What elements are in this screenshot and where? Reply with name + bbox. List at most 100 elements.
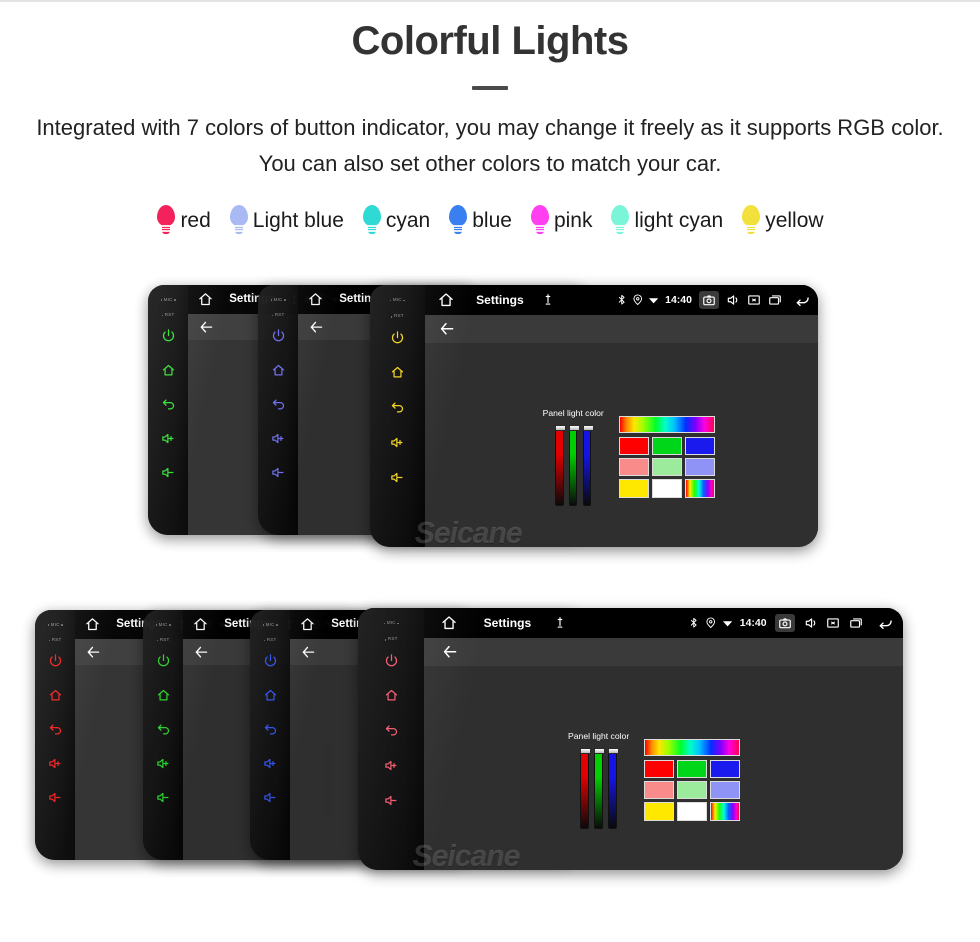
device-bezel-left: MIC RST xyxy=(143,610,184,860)
volume-up-key[interactable] xyxy=(390,435,405,452)
volume-up-key[interactable] xyxy=(48,756,63,773)
volume-up-key[interactable] xyxy=(271,431,286,448)
home-icon[interactable] xyxy=(193,617,208,632)
color-swatch[interactable] xyxy=(677,759,708,778)
home-icon[interactable] xyxy=(308,292,323,307)
home-icon[interactable] xyxy=(438,292,454,308)
green-slider[interactable] xyxy=(568,424,580,506)
color-swatch[interactable] xyxy=(710,781,741,800)
green-slider[interactable] xyxy=(594,747,606,829)
back-key[interactable] xyxy=(156,722,171,739)
legend-item-light-cyan: light cyan xyxy=(610,205,723,235)
power-key[interactable] xyxy=(263,653,278,670)
color-swatch-grid[interactable] xyxy=(618,416,715,498)
color-swatch[interactable] xyxy=(677,781,708,800)
blue-slider[interactable] xyxy=(608,747,619,829)
volume-icon[interactable] xyxy=(804,616,818,630)
home-icon[interactable] xyxy=(300,617,315,632)
color-swatch[interactable] xyxy=(644,781,675,800)
power-key[interactable] xyxy=(156,653,171,670)
color-swatch[interactable] xyxy=(685,436,715,455)
back-key[interactable] xyxy=(48,722,63,739)
color-swatch[interactable] xyxy=(685,479,715,498)
home-key[interactable] xyxy=(263,688,278,705)
back-key[interactable] xyxy=(161,397,176,414)
hero-section: Colorful Lights Integrated with 7 colors… xyxy=(0,18,980,181)
back-key[interactable] xyxy=(390,400,405,417)
close-icon[interactable] xyxy=(826,616,840,630)
volume-down-key[interactable] xyxy=(156,790,171,807)
home-icon[interactable] xyxy=(441,615,457,631)
spectrum-bar[interactable] xyxy=(618,416,715,434)
panel-light-color-control[interactable]: Panel light color xyxy=(543,408,715,506)
home-key[interactable] xyxy=(48,688,63,705)
unit-yellow[interactable]: MIC RST Settings 14:40 Panel light color Seic… xyxy=(370,285,818,547)
back-key[interactable] xyxy=(263,722,278,739)
back-arrow-icon[interactable] xyxy=(198,319,214,335)
home-icon[interactable] xyxy=(85,617,100,632)
volume-up-key[interactable] xyxy=(384,758,399,775)
back-icon[interactable] xyxy=(794,292,810,308)
power-key[interactable] xyxy=(48,653,63,670)
back-key[interactable] xyxy=(384,723,399,740)
color-swatch[interactable] xyxy=(651,479,682,498)
red-slider[interactable] xyxy=(555,424,566,506)
volume-down-key[interactable] xyxy=(161,465,176,482)
volume-up-key[interactable] xyxy=(263,756,278,773)
color-swatch[interactable] xyxy=(644,802,675,821)
close-icon[interactable] xyxy=(747,293,761,307)
back-arrow-icon[interactable] xyxy=(85,644,101,660)
power-key[interactable] xyxy=(384,653,399,670)
device-screen[interactable]: Settings 14:40 Panel light color xyxy=(424,285,818,547)
back-icon[interactable] xyxy=(877,615,893,631)
color-swatch[interactable] xyxy=(618,458,649,477)
color-swatch[interactable] xyxy=(651,458,682,477)
color-swatch[interactable] xyxy=(710,759,741,778)
volume-down-key[interactable] xyxy=(384,793,399,810)
volume-icon[interactable] xyxy=(726,293,740,307)
color-swatch[interactable] xyxy=(685,458,715,477)
back-arrow-icon[interactable] xyxy=(300,644,316,660)
device-bezel-left: MIC RST xyxy=(148,285,189,535)
unit-salmon[interactable]: MIC RST Settings 14:40 Panel light color Seic… xyxy=(358,608,903,870)
panel-light-color-label: Panel light color xyxy=(542,408,604,419)
power-key[interactable] xyxy=(390,330,405,347)
volume-down-key[interactable] xyxy=(48,790,63,807)
back-arrow-icon[interactable] xyxy=(441,643,459,661)
spectrum-bar[interactable] xyxy=(644,739,741,757)
color-swatch[interactable] xyxy=(618,479,649,498)
power-key[interactable] xyxy=(161,328,176,345)
camera-icon[interactable] xyxy=(699,291,720,310)
volume-up-key[interactable] xyxy=(161,431,176,448)
color-swatch[interactable] xyxy=(618,436,649,455)
color-swatch[interactable] xyxy=(677,802,708,821)
color-swatch[interactable] xyxy=(651,436,682,455)
panel-light-color-control[interactable]: Panel light color xyxy=(568,731,741,829)
camera-icon[interactable] xyxy=(775,614,796,633)
power-key[interactable] xyxy=(271,328,286,345)
back-key[interactable] xyxy=(271,397,286,414)
recents-icon[interactable] xyxy=(849,616,863,630)
back-arrow-icon[interactable] xyxy=(438,320,456,338)
color-swatch-grid[interactable] xyxy=(644,739,741,821)
color-swatch[interactable] xyxy=(710,802,741,821)
device-screen[interactable]: Settings 14:40 Panel light color xyxy=(424,608,903,870)
red-slider[interactable] xyxy=(580,747,592,829)
volume-down-key[interactable] xyxy=(271,465,286,482)
blue-slider[interactable] xyxy=(582,424,594,506)
volume-down-key[interactable] xyxy=(390,470,405,487)
mic-icon[interactable] xyxy=(541,293,555,307)
volume-down-key[interactable] xyxy=(263,790,278,807)
back-arrow-icon[interactable] xyxy=(308,319,324,335)
recents-icon[interactable] xyxy=(768,293,782,307)
home-key[interactable] xyxy=(384,688,399,705)
color-swatch[interactable] xyxy=(644,759,675,778)
home-key[interactable] xyxy=(161,363,176,380)
home-key[interactable] xyxy=(156,688,171,705)
mic-icon[interactable] xyxy=(553,616,567,630)
volume-up-key[interactable] xyxy=(156,756,171,773)
home-key[interactable] xyxy=(271,363,286,380)
back-arrow-icon[interactable] xyxy=(193,644,209,660)
home-key[interactable] xyxy=(390,365,405,382)
home-icon[interactable] xyxy=(198,292,213,307)
